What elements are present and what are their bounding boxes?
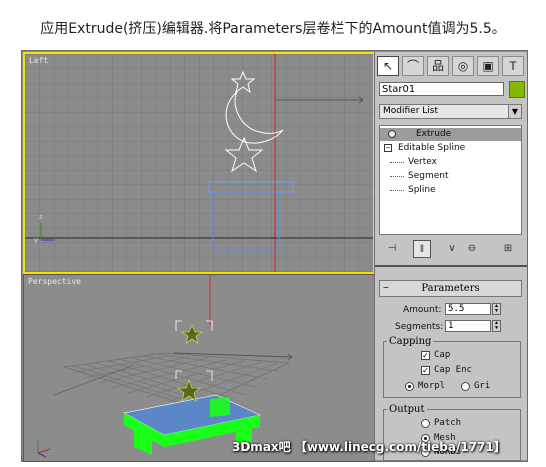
svg-text:y: y — [34, 236, 38, 244]
modify-tab-icon[interactable]: ⌒ — [402, 56, 424, 76]
cap-start-checkbox[interactable]: ✓ — [421, 351, 430, 360]
stack-item-label: Extrude — [416, 129, 452, 139]
viewport-left[interactable]: z y Left — [23, 52, 375, 274]
stack-item-editable-spline[interactable]: − Editable Spline — [380, 142, 521, 155]
segments-label: Segments: — [395, 322, 444, 332]
amount-input[interactable]: 5.5 — [445, 303, 491, 315]
viewport-perspective-label[interactable]: Perspective — [28, 277, 81, 286]
cap-end-checkbox[interactable]: ✓ — [421, 366, 430, 375]
pin-stack-icon[interactable]: ⊣ — [383, 240, 401, 258]
watermark-text: 3Dmax吧 【www.linecg.com/tieba/1771】 — [232, 440, 506, 454]
patch-radio[interactable] — [421, 419, 430, 428]
grid-label: Gri — [474, 381, 491, 391]
modifier-stack: Extrude − Editable Spline Vertex Segment… — [379, 125, 522, 235]
motion-tab-icon[interactable]: ◎ — [452, 56, 474, 76]
stack-item-spline[interactable]: Spline — [380, 184, 521, 197]
max-window: z y Left Perspective ↖ ⌒ 品 ◎ ▣ T Star01 … — [21, 50, 528, 462]
collapse-minus-icon[interactable]: − — [384, 144, 392, 152]
parameters-rollout-header[interactable]: − Parameters — [379, 280, 522, 297]
object-color-swatch[interactable] — [509, 81, 525, 98]
cap-start-label: Cap — [434, 350, 451, 360]
amount-label: Amount: — [403, 305, 442, 315]
svg-text:z: z — [39, 213, 43, 221]
grid-radio[interactable] — [461, 382, 470, 391]
capping-title: Capping — [387, 336, 434, 347]
make-unique-icon[interactable]: ∨ — [443, 240, 461, 258]
morph-radio[interactable] — [405, 382, 414, 391]
modifier-list-label: Modifier List — [383, 106, 438, 116]
create-tab-icon[interactable]: ↖ — [377, 56, 399, 76]
parameters-title: Parameters — [421, 283, 480, 294]
chevron-down-icon[interactable]: ▼ — [508, 105, 521, 118]
perspective-viewport-canvas — [24, 275, 374, 461]
stack-item-extrude[interactable]: Extrude — [380, 128, 521, 141]
lightbulb-icon[interactable] — [388, 130, 396, 138]
utilities-tab-icon[interactable]: T — [502, 56, 524, 76]
segments-input[interactable]: 1 — [445, 320, 491, 332]
stack-toolbar: ⊣ ‖ ∨ ⊖ ⊞ — [379, 240, 522, 260]
display-tab-icon[interactable]: ▣ — [477, 56, 499, 76]
modifier-list-dropdown[interactable]: Modifier List ▼ — [379, 104, 522, 119]
configure-sets-icon[interactable]: ⊞ — [499, 240, 517, 258]
show-end-result-icon[interactable]: ‖ — [413, 240, 431, 258]
stack-item-label: Vertex — [408, 157, 437, 167]
hierarchy-tab-icon[interactable]: 品 — [427, 56, 449, 76]
stack-item-segment[interactable]: Segment — [380, 170, 521, 183]
morph-label: Morpl — [418, 381, 446, 391]
viewport-left-label[interactable]: Left — [29, 56, 48, 65]
stack-item-label: Spline — [408, 185, 436, 195]
viewport-perspective[interactable]: Perspective — [23, 274, 375, 462]
command-panel-tabs: ↖ ⌒ 品 ◎ ▣ T — [377, 56, 525, 78]
stack-item-label: Editable Spline — [398, 143, 466, 153]
caption-text: 应用Extrude(挤压)编辑器.将Parameters层卷栏下的Amount值… — [40, 21, 506, 37]
output-title: Output — [387, 404, 427, 415]
cap-end-label: Cap Enc — [434, 365, 472, 375]
remove-modifier-icon[interactable]: ⊖ — [463, 240, 481, 258]
patch-label: Patch — [434, 418, 462, 428]
segments-spinner-icon[interactable]: ▲ ▼ — [492, 320, 501, 332]
object-name-field[interactable]: Star01 — [379, 82, 504, 96]
panel-divider — [375, 265, 527, 267]
stack-item-label: Segment — [408, 171, 449, 181]
command-panel: ↖ ⌒ 品 ◎ ▣ T Star01 Modifier List ▼ Extru… — [374, 52, 527, 461]
left-viewport-canvas: z y — [25, 54, 373, 272]
amount-spinner-icon[interactable]: ▲ ▼ — [492, 303, 501, 315]
stack-item-vertex[interactable]: Vertex — [380, 156, 521, 169]
